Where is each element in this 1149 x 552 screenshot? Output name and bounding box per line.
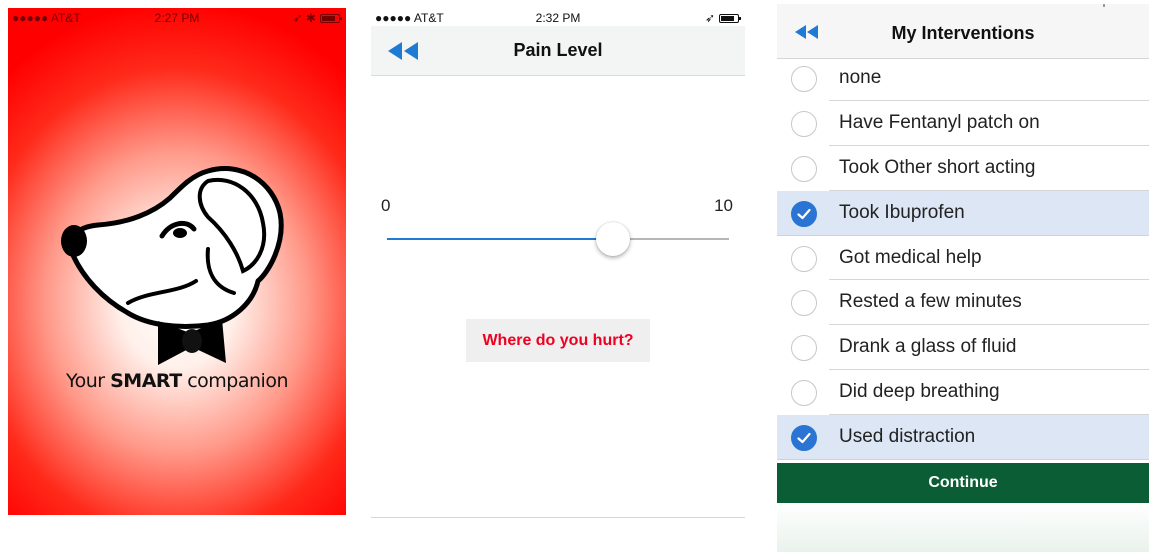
slider-min-label: 0 <box>381 196 391 215</box>
list-item[interactable]: Took Ibuprofen <box>777 190 1149 236</box>
list-item-label: Did deep breathing <box>839 381 1000 403</box>
splash-screen: ●●●●● AT&T 2:27 PM ➶ ✱ Your SMART compan… <box>8 8 346 515</box>
slider-fill <box>387 238 613 240</box>
slider-max-label: 10 <box>714 196 733 215</box>
empty-circle-icon[interactable] <box>791 335 817 362</box>
interventions-list: none Have Fentanyl patch on Took Other sho… <box>777 56 1149 461</box>
dog-with-bowtie-icon <box>61 166 284 365</box>
list-item-label: Drank a glass of fluid <box>839 336 1017 358</box>
status-bar: ●●●●● AT&T 2:32 PM ➶ <box>371 8 745 28</box>
page-title: My Interventions <box>891 23 1035 43</box>
list-item[interactable]: Got medical help <box>777 236 1149 281</box>
list-item-label: Took Other short acting <box>839 156 1036 178</box>
interventions-screen: My Interventions none Have Fentanyl patch… <box>777 4 1149 552</box>
status-bar: ●●●●● AT&T 2:27 PM ➶ ✱ <box>8 8 346 28</box>
list-item[interactable]: Used distraction <box>777 415 1149 461</box>
list-item-label: Rested a few minutes <box>839 291 1022 313</box>
checkmark-circle-icon[interactable] <box>791 200 817 227</box>
list-item[interactable]: Did deep breathing <box>777 370 1149 416</box>
battery-icon: ➶ ✱ <box>293 11 342 25</box>
list-item-label: Took Ibuprofen <box>839 201 965 223</box>
battery-icon: ➶ <box>705 11 741 25</box>
where-do-you-hurt-button[interactable]: Where do you hurt? <box>466 319 650 362</box>
list-item[interactable]: Rested a few minutes <box>777 280 1149 326</box>
tagline: Your SMART companion <box>66 370 288 392</box>
nav-bar: Pain Level <box>371 26 745 76</box>
checkmark-circle-icon[interactable] <box>791 425 817 452</box>
row-divider <box>777 459 1149 461</box>
pain-level-slider[interactable] <box>387 220 729 260</box>
list-item[interactable]: Drank a glass of fluid <box>777 325 1149 371</box>
time-label: 2:32 PM <box>535 11 581 25</box>
continue-button[interactable]: Continue <box>777 463 1149 503</box>
empty-circle-icon[interactable] <box>791 155 817 182</box>
list-item[interactable]: none <box>777 56 1149 101</box>
empty-circle-icon[interactable] <box>791 290 817 317</box>
list-item-label: Have Fentanyl patch on <box>839 111 1040 133</box>
empty-circle-icon[interactable] <box>791 380 817 407</box>
list-item[interactable]: Took Other short acting <box>777 146 1149 191</box>
page-title: Pain Level <box>513 40 603 60</box>
pain-level-screen: ●●●●● AT&T 2:32 PM ➶ Pain Level 0 10 Whe… <box>371 8 745 518</box>
slider-thumb[interactable] <box>595 222 630 256</box>
bottom-fade <box>777 503 1149 552</box>
list-item-label: Used distraction <box>839 426 976 448</box>
list-item-label: Got medical help <box>839 246 982 268</box>
empty-circle-icon[interactable] <box>791 66 817 92</box>
empty-circle-icon[interactable] <box>791 110 817 137</box>
status-bar-edge <box>1103 4 1105 7</box>
empty-circle-icon[interactable] <box>791 245 817 272</box>
nav-bar: My Interventions <box>777 4 1149 59</box>
list-item-label: none <box>839 67 882 88</box>
list-item[interactable]: Have Fentanyl patch on <box>777 101 1149 146</box>
